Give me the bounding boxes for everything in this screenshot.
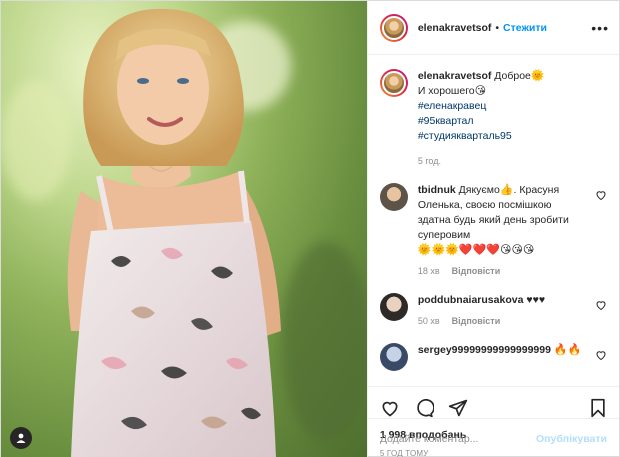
- caption-time[interactable]: 5 год.: [418, 154, 441, 169]
- emoji-sequence: 🌞🌞🌞❤️❤️❤️😘😘😘: [417, 244, 535, 256]
- follow-button[interactable]: Стежити: [503, 22, 547, 34]
- comment-text: ♥♥♥: [526, 294, 546, 306]
- comment-time[interactable]: 18 хв: [418, 264, 440, 279]
- heart-icon[interactable]: [595, 349, 607, 361]
- kiss-emoji: 😘: [474, 85, 487, 97]
- share-icon[interactable]: [448, 398, 468, 418]
- comment-body: sergey99999999999999999 🔥🔥: [418, 343, 607, 371]
- post-sidebar: elenakravetsof • Стежити ••• elenakravet…: [366, 1, 619, 457]
- comment-time[interactable]: 50 хв: [418, 314, 440, 329]
- comments-list: elenakravetsof Доброе🌞 И хорошего😘 #елен…: [368, 55, 619, 386]
- avatar[interactable]: [379, 13, 408, 42]
- post-header: elenakravetsof • Стежити •••: [367, 1, 619, 55]
- avatar[interactable]: [379, 293, 408, 321]
- caption-body: elenakravetsof Доброе🌞 И хорошего😘 #елен…: [418, 69, 607, 169]
- hashtag-link[interactable]: #еленакравец: [418, 100, 487, 112]
- instagram-post: elenakravetsof • Стежити ••• elenakravet…: [0, 0, 620, 457]
- sun-emoji: 🌞: [530, 70, 545, 82]
- comment-body: poddubnaiarusakova ♥♥♥ 50 хв Відповісти: [418, 293, 607, 329]
- avatar[interactable]: [379, 343, 408, 371]
- comment-item: sergey99999999999999999 🔥🔥: [379, 343, 607, 371]
- woman-figure: [67, 8, 281, 457]
- heart-icon[interactable]: [595, 299, 607, 311]
- publish-button[interactable]: Опублікувати: [536, 433, 607, 445]
- caption: elenakravetsof Доброе🌞 И хорошего😘 #елен…: [379, 69, 607, 169]
- comment-username[interactable]: tbidnuk: [418, 184, 456, 196]
- thumbs-up-emoji: 👍: [499, 184, 514, 196]
- reply-button[interactable]: Відповісти: [452, 314, 501, 329]
- user-tag-icon[interactable]: [10, 427, 32, 449]
- comment-username[interactable]: sergey99999999999999999: [418, 344, 551, 356]
- heart-icon[interactable]: [595, 189, 607, 201]
- caption-line1: Доброе: [494, 70, 531, 82]
- caption-username[interactable]: elenakravetsof: [418, 70, 492, 82]
- hashtag-link[interactable]: #95квартал: [418, 115, 474, 127]
- heart-icon[interactable]: [380, 398, 400, 418]
- comment-icon[interactable]: [414, 398, 434, 418]
- add-comment-bar: Опублікувати: [367, 418, 619, 457]
- hashtag-link[interactable]: #студиякварталь95: [418, 130, 512, 142]
- comment-input[interactable]: [379, 432, 536, 445]
- avatar[interactable]: [379, 69, 408, 97]
- bookmark-icon[interactable]: [589, 398, 607, 418]
- fire-emoji: 🔥🔥: [553, 344, 582, 356]
- comment-item: tbidnuk Дякуємо👍. Красуня Оленька, своєю…: [379, 183, 607, 279]
- post-photo[interactable]: [1, 1, 367, 457]
- header-username[interactable]: elenakravetsof: [418, 22, 492, 34]
- comment-username[interactable]: poddubnaiarusakova: [418, 294, 524, 306]
- caption-line2: И хорошего: [417, 85, 475, 97]
- more-icon[interactable]: •••: [591, 20, 609, 36]
- comment-text: Дякуємо: [458, 184, 500, 196]
- avatar[interactable]: [379, 183, 408, 211]
- comment-item: poddubnaiarusakova ♥♥♥ 50 хв Відповісти: [379, 293, 607, 329]
- reply-button[interactable]: Відповісти: [452, 264, 501, 279]
- comment-body: tbidnuk Дякуємо👍. Красуня Оленька, своєю…: [418, 183, 607, 279]
- header-separator: •: [495, 21, 500, 34]
